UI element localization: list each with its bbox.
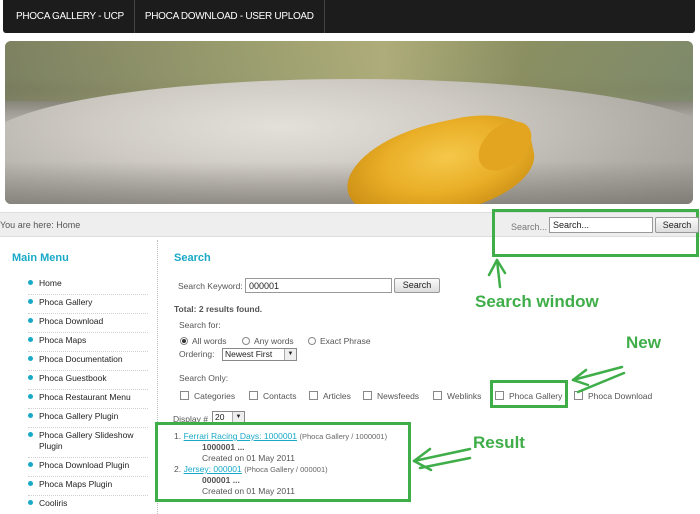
annotation-arrows <box>412 258 626 472</box>
